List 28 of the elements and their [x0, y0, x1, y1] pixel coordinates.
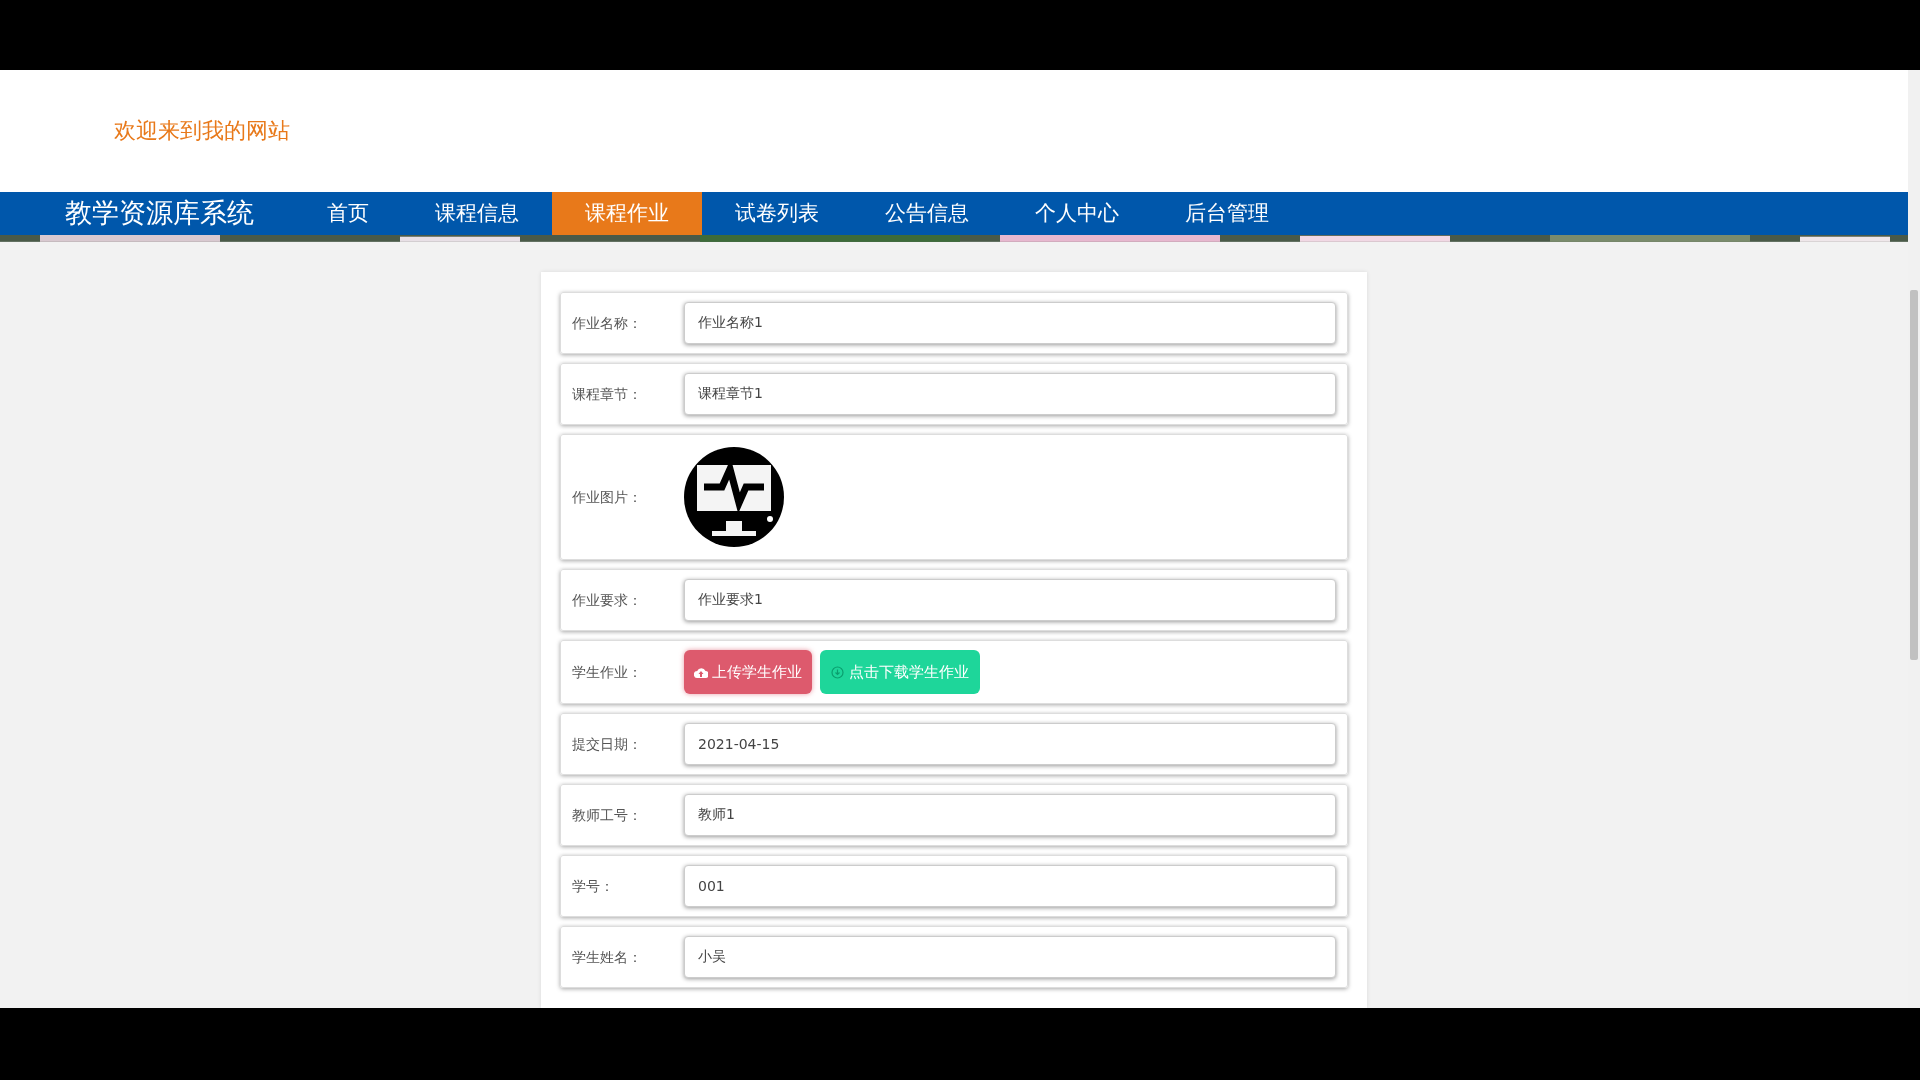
field-label: 学生作业：: [572, 662, 643, 682]
upload-button[interactable]: 上传学生作业: [684, 650, 812, 694]
field-label: 提交日期：: [572, 734, 643, 754]
input-field[interactable]: 001: [684, 865, 1336, 907]
field-label: 作业名称：: [572, 313, 643, 333]
cloud-upload-icon: [694, 666, 708, 678]
input-field[interactable]: 作业要求1: [684, 579, 1336, 621]
field-label: 学生姓名：: [572, 947, 643, 967]
input-field[interactable]: 教师1: [684, 794, 1336, 836]
input-field[interactable]: 小吴: [684, 936, 1336, 978]
nav-tab[interactable]: 公告信息: [852, 191, 1002, 236]
nav-tab[interactable]: 首页: [294, 191, 402, 236]
field-label: 教师工号：: [572, 805, 643, 825]
site-title: 教学资源库系统: [64, 196, 255, 231]
nav-tab[interactable]: 试卷列表: [702, 191, 852, 236]
nav-tab[interactable]: 课程信息: [402, 191, 552, 236]
field-label: 作业要求：: [572, 590, 643, 610]
input-field[interactable]: 课程章节1: [684, 373, 1336, 415]
monitor-icon: [684, 447, 784, 547]
field-label: 作业图片：: [572, 487, 643, 507]
download-icon: [831, 665, 844, 679]
nav-tab[interactable]: 后台管理: [1152, 191, 1302, 236]
welcome-text: 欢迎来到我的网站: [114, 117, 290, 146]
field-label: 学号：: [572, 876, 615, 896]
field-label: 课程章节：: [572, 384, 643, 404]
nav-tab[interactable]: 个人中心: [1002, 191, 1152, 236]
input-field[interactable]: 2021-04-15: [684, 723, 1336, 765]
input-field[interactable]: 作业名称1: [684, 302, 1336, 344]
